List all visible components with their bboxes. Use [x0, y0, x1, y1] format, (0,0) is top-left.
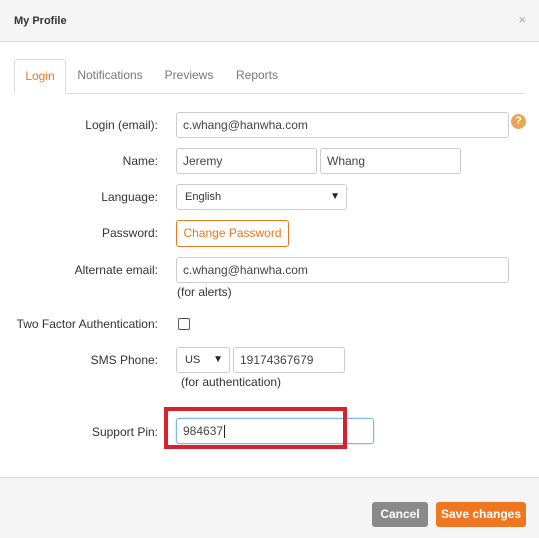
close-icon[interactable]: ×	[518, 12, 526, 27]
language-select[interactable]: English ▼	[176, 184, 347, 210]
text-caret	[224, 425, 226, 439]
country-code-select[interactable]: US ▼	[176, 347, 230, 373]
country-code-value: US	[185, 354, 201, 366]
last-name-field[interactable]: Whang	[320, 148, 461, 174]
password-label: Password:	[101, 226, 158, 240]
dialog-header: My Profile ×	[0, 0, 539, 42]
support-pin-field[interactable]: 984637	[176, 418, 374, 444]
dialog-title: My Profile	[14, 15, 67, 27]
sms-phone-hint: (for authentication)	[181, 375, 282, 389]
help-icon[interactable]: ?	[511, 114, 526, 129]
support-pin-label: Support Pin:	[91, 425, 158, 439]
save-changes-button[interactable]: Save changes	[436, 502, 526, 527]
dialog-footer: Cancel Save changes	[0, 477, 539, 538]
login-email-label: Login (email):	[85, 118, 158, 132]
tab-bar: Login Notifications Previews Reports	[14, 59, 525, 94]
profile-dialog: My Profile × Login Notifications Preview…	[0, 0, 539, 538]
chevron-down-icon: ▼	[213, 354, 223, 365]
tab-login[interactable]: Login	[14, 59, 66, 94]
change-password-button[interactable]: Change Password	[176, 220, 289, 247]
login-email-field[interactable]: c.whang@hanwha.com	[176, 112, 509, 138]
language-value: English	[185, 191, 222, 203]
alternate-email-hint: (for alerts)	[177, 285, 232, 299]
two-factor-label: Two Factor Authentication:	[16, 317, 158, 331]
chevron-down-icon: ▼	[330, 191, 340, 202]
language-label: Language:	[101, 190, 158, 204]
sms-phone-field[interactable]: 19174367679	[233, 347, 345, 373]
name-label: Name:	[122, 154, 158, 168]
alternate-email-field[interactable]: c.whang@hanwha.com	[176, 257, 509, 283]
support-pin-value: 984637	[183, 424, 224, 438]
tab-reports[interactable]: Reports	[228, 59, 286, 92]
first-name-field[interactable]: Jeremy	[176, 148, 317, 174]
two-factor-checkbox[interactable]	[178, 318, 190, 330]
tab-previews[interactable]: Previews	[159, 59, 219, 92]
tab-notifications[interactable]: Notifications	[70, 59, 150, 92]
alternate-email-label: Alternate email:	[74, 263, 158, 277]
sms-phone-label: SMS Phone:	[90, 353, 158, 367]
cancel-button[interactable]: Cancel	[372, 502, 428, 527]
